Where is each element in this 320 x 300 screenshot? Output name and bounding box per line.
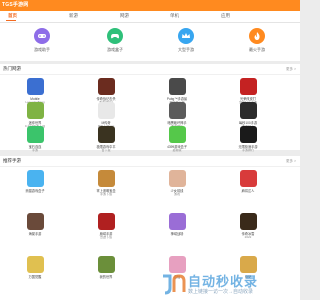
- watermark-logo-icon: [163, 274, 186, 295]
- app-icon[interactable]: [168, 102, 186, 119]
- app-name[interactable]: 熊猫游戏盒子: [15, 189, 55, 193]
- app-icon[interactable]: [97, 256, 115, 273]
- app-item[interactable]: Pubg™手游最新版本下载: [157, 78, 197, 105]
- app-name[interactable]: 神域战场: [157, 232, 197, 236]
- gamepad-icon: [34, 28, 50, 44]
- app-item[interactable]: 4399游戏盒子 最新版: [157, 126, 197, 153]
- category-row: 游戏助手 游戏盒子 大型手游 最火手游: [0, 23, 300, 61]
- app-item[interactable]: 传奇战记击杀游戏(图片): [86, 78, 126, 105]
- active-tab-indicator: [6, 20, 16, 21]
- category-game-assistant[interactable]: 游戏助手: [27, 28, 57, 53]
- category-label: 最火手游: [249, 47, 265, 52]
- tab-apps[interactable]: 应用: [221, 13, 230, 19]
- category-game-box[interactable]: 游戏盒子: [100, 28, 130, 53]
- app-subtitle: 奇迹下载: [99, 236, 112, 239]
- app-icon[interactable]: [97, 213, 115, 230]
- app-item[interactable]: 宝石连连 手游: [15, 126, 55, 153]
- section-title: 推荐手游: [3, 158, 21, 163]
- more-link[interactable]: 更多 >: [286, 67, 296, 72]
- watermark-subtitle: 数上链接一访一次→自动收录: [188, 289, 254, 295]
- app-icon[interactable]: [97, 78, 115, 95]
- top-bar: TGS手游网: [0, 0, 300, 11]
- app-item[interactable]: M传奇M版下载app: [86, 102, 126, 129]
- section-header: 推荐手游 更多 >: [0, 156, 300, 167]
- app-subtitle: 手游下载: [99, 193, 112, 196]
- app-name[interactable]: 海棠手游: [15, 232, 55, 236]
- tab-single[interactable]: 单机: [170, 13, 179, 19]
- tab-new[interactable]: 新游: [69, 13, 78, 19]
- category-hottest[interactable]: 最火手游: [242, 28, 272, 53]
- app-icon[interactable]: [97, 102, 115, 119]
- more-link[interactable]: 更多 >: [286, 159, 296, 164]
- app-icon[interactable]: [26, 102, 44, 119]
- app-icon[interactable]: [239, 78, 257, 95]
- flame-icon: [249, 28, 265, 44]
- app-icon[interactable]: [239, 102, 257, 119]
- app-icon[interactable]: [168, 213, 186, 230]
- app-item[interactable]: 神域战场: [157, 213, 197, 236]
- tab-home[interactable]: 首页: [8, 13, 17, 19]
- app-item[interactable]: 我的世界: [86, 256, 126, 279]
- app-icon[interactable]: [26, 256, 44, 273]
- category-label: 游戏盒子: [107, 47, 123, 52]
- app-item[interactable]: 每秒100手游游戏盒子: [228, 102, 268, 129]
- app-icon[interactable]: [239, 126, 257, 143]
- app-item[interactable]: 暗黑破坏神手游戏排名: [157, 102, 197, 129]
- watermark: 自动秒收录 数上链接一访一次→自动收录: [158, 270, 298, 300]
- app-name[interactable]: 万国觉醒: [15, 275, 55, 279]
- app-icon[interactable]: [168, 170, 186, 187]
- crown-icon: [178, 28, 194, 44]
- app-icon[interactable]: [168, 126, 186, 143]
- app-icon[interactable]: [26, 170, 44, 187]
- app-item[interactable]: 无限极速手游 手游排行: [228, 126, 268, 153]
- app-name[interactable]: 麻将达人: [228, 189, 268, 193]
- app-item[interactable]: 魔域手游 奇迹下载: [86, 213, 126, 240]
- tab-online[interactable]: 网游: [120, 13, 129, 19]
- app-subtitle: 手游: [31, 149, 38, 152]
- app-icon[interactable]: [97, 170, 115, 187]
- app-item[interactable]: 掌上道明宝盒 手游下载: [86, 170, 126, 197]
- app-item[interactable]: 熊猫游戏盒子: [15, 170, 55, 193]
- category-big-games[interactable]: 大型手游: [171, 28, 201, 53]
- app-subtitle: 2022: [244, 236, 252, 239]
- app-item[interactable]: 传奇冰雪 2022: [228, 213, 268, 240]
- section-header: 热门网游 更多 >: [0, 64, 300, 75]
- category-label: 大型手游: [178, 47, 194, 52]
- app-item[interactable]: 极限游戏中平 台下载: [86, 126, 126, 153]
- nav-tabs: 首页 新游 网游 单机 应用: [0, 11, 300, 23]
- app-name[interactable]: 我的世界: [86, 275, 126, 279]
- app-item[interactable]: 迷你世界0.42.3版本下载: [15, 102, 55, 129]
- app-item[interactable]: 万国觉醒: [15, 256, 55, 279]
- app-icon[interactable]: [26, 126, 44, 143]
- app-subtitle: 手游排行: [241, 149, 254, 152]
- app-subtitle: 台下载: [101, 149, 111, 152]
- app-item[interactable]: 麻将达人: [228, 170, 268, 193]
- section-title: 热门网游: [3, 66, 21, 71]
- category-label: 游戏助手: [34, 47, 50, 52]
- app-subtitle: 最新版: [172, 149, 182, 152]
- app-subtitle: 游戏: [173, 193, 180, 196]
- app-item[interactable]: 光荣改皮打光荣打斗手游: [228, 78, 268, 105]
- controller-icon: [107, 28, 123, 44]
- app-icon[interactable]: [26, 78, 44, 95]
- app-icon[interactable]: [168, 78, 186, 95]
- app-item[interactable]: MobileLegends:Bang: [15, 78, 55, 105]
- app-icon[interactable]: [26, 213, 44, 230]
- app-icon[interactable]: [239, 213, 257, 230]
- app-item[interactable]: 少女前线 游戏: [157, 170, 197, 197]
- app-icon[interactable]: [239, 170, 257, 187]
- site-logo[interactable]: TGS手游网: [2, 1, 28, 8]
- app-item[interactable]: 海棠手游: [15, 213, 55, 236]
- app-icon[interactable]: [97, 126, 115, 143]
- hot-games-section: 热门网游 更多 > MobileLegends:Bang 传奇战记击杀游戏(图片)…: [0, 64, 300, 153]
